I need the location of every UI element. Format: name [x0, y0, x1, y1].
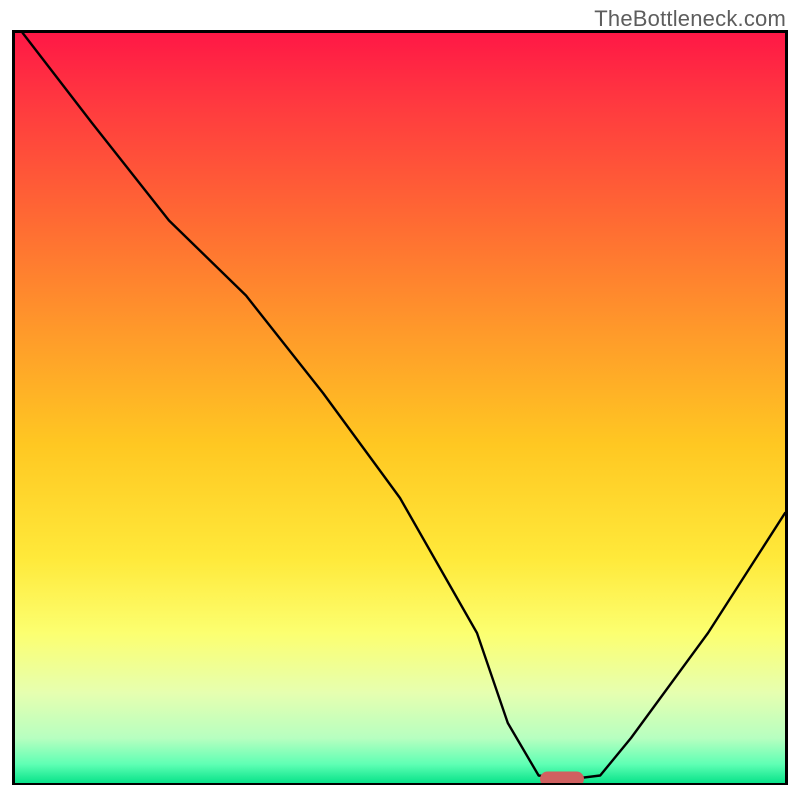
plot-area	[12, 30, 788, 785]
bottleneck-curve	[15, 33, 785, 783]
watermark-text: TheBottleneck.com	[594, 6, 786, 32]
optimal-marker	[540, 772, 584, 785]
chart-frame	[12, 30, 788, 800]
